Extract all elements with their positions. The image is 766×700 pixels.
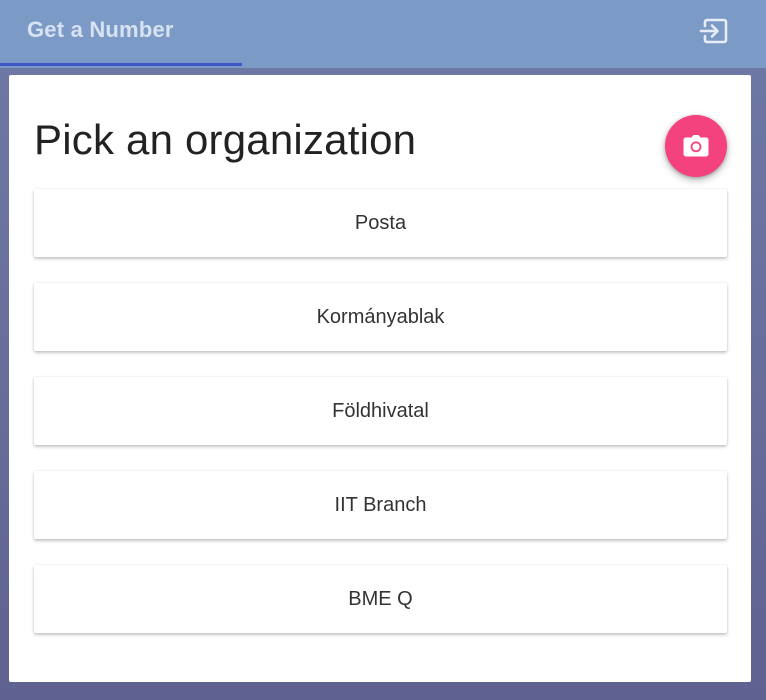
tab-label: Get a Number xyxy=(27,17,174,42)
exit-to-app-icon xyxy=(699,18,728,44)
app-bar: Get a Number xyxy=(0,0,766,68)
camera-icon xyxy=(683,135,709,157)
organization-item-iit-branch[interactable]: IIT Branch xyxy=(34,471,727,539)
exit-button[interactable] xyxy=(698,14,732,48)
organization-item-bme-q[interactable]: BME Q xyxy=(34,565,727,633)
organization-card: Pick an organization Posta Kormányablak … xyxy=(9,75,751,682)
organization-item-kormanyablak[interactable]: Kormányablak xyxy=(34,283,727,351)
tab-indicator xyxy=(0,63,242,66)
organization-label: BME Q xyxy=(348,587,413,610)
tab-get-a-number[interactable]: Get a Number xyxy=(0,0,242,68)
organization-label: IIT Branch xyxy=(334,493,427,516)
organization-label: Kormányablak xyxy=(316,305,445,328)
organization-label: Posta xyxy=(354,211,407,234)
organization-item-posta[interactable]: Posta xyxy=(34,189,727,257)
organization-item-foldhivatal[interactable]: Földhivatal xyxy=(34,377,727,445)
organization-label: Földhivatal xyxy=(332,399,429,422)
page-title: Pick an organization xyxy=(34,116,417,163)
camera-button[interactable] xyxy=(665,115,727,177)
